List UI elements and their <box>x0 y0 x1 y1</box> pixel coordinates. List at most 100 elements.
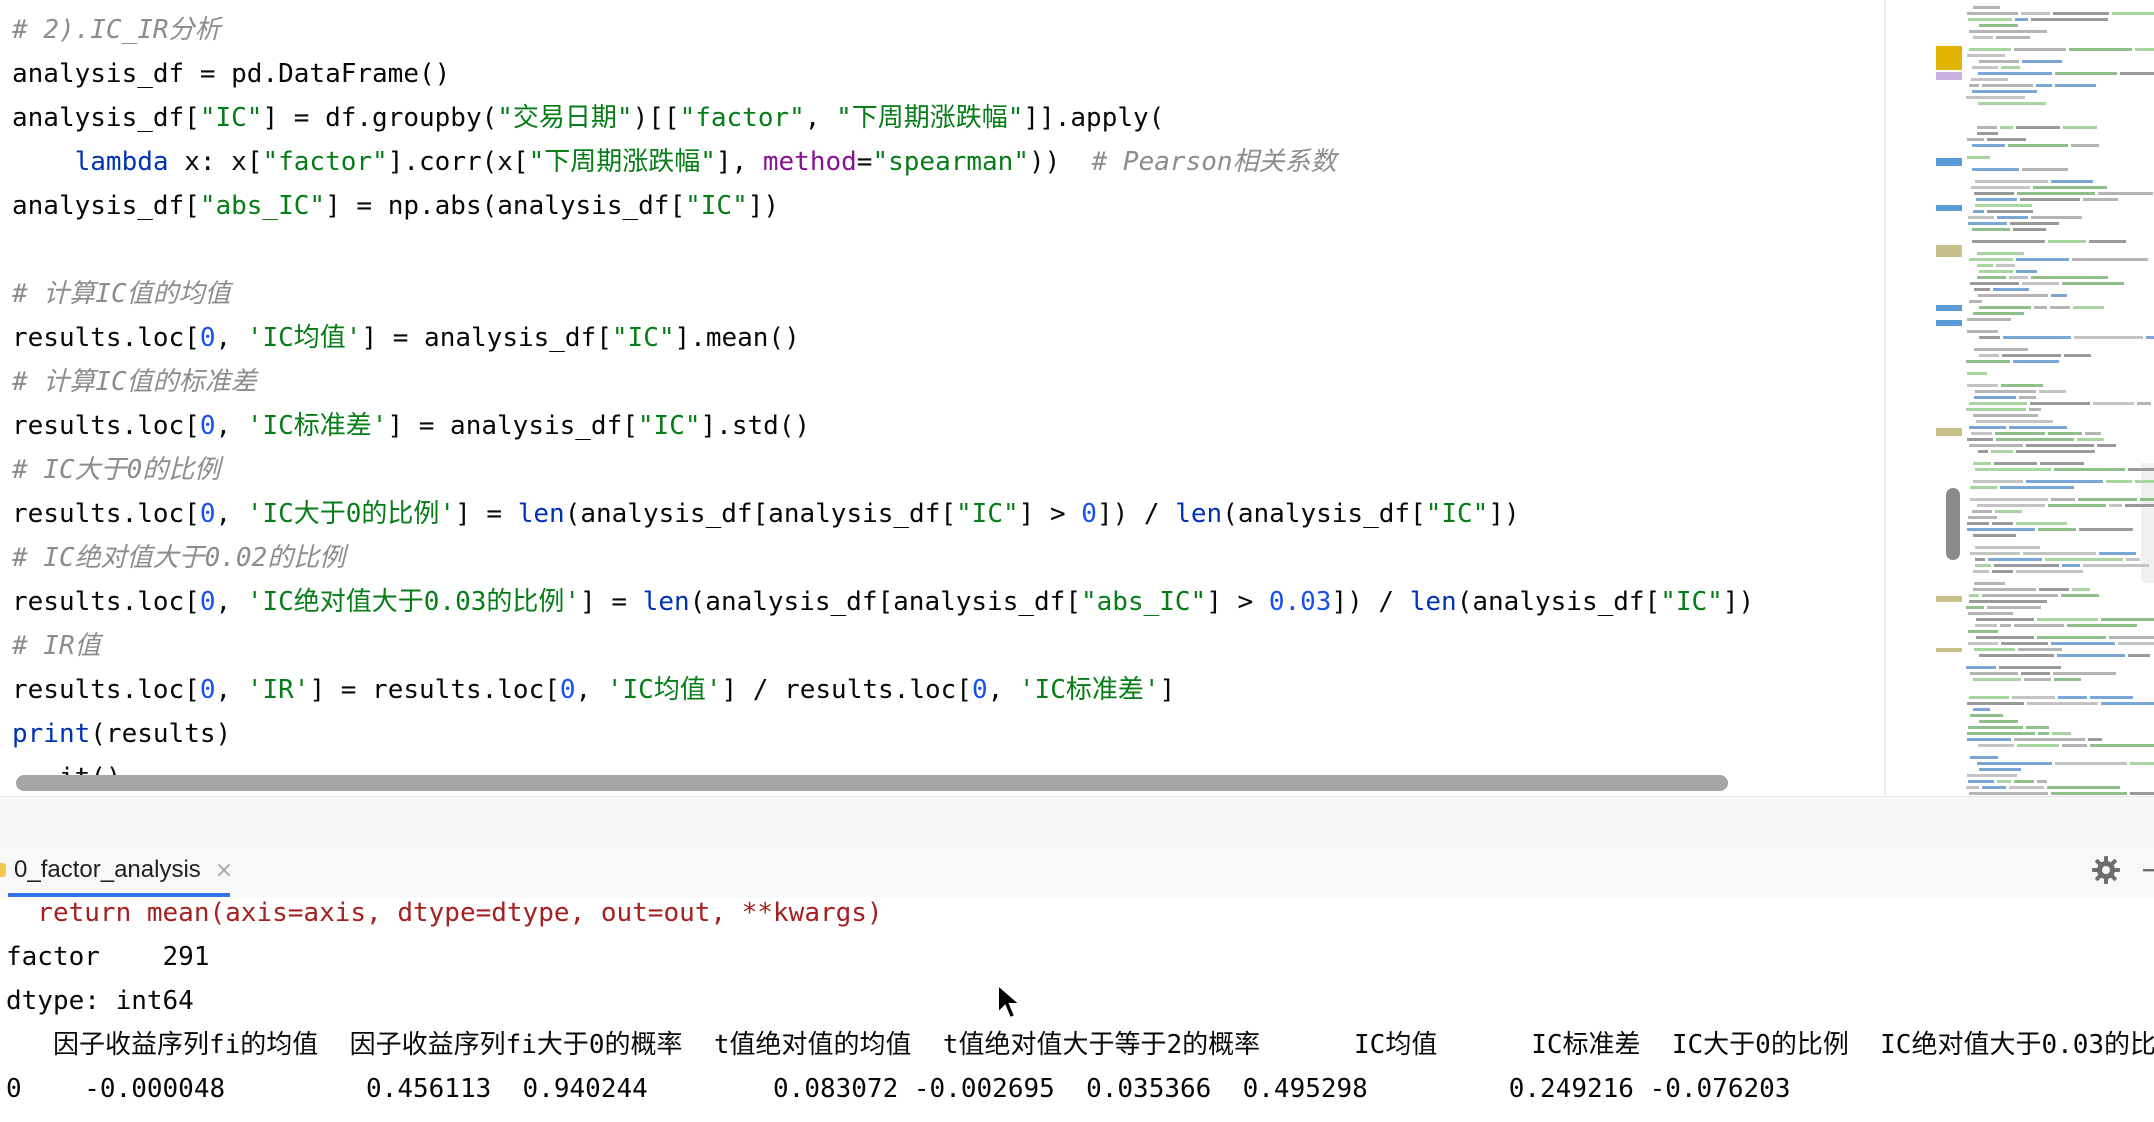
minimap-line <box>1969 792 2048 795</box>
minimap-line <box>2078 498 2137 501</box>
code-token: ] = <box>455 499 518 529</box>
code-line[interactable]: # IC大于0的比例 <box>12 448 1754 492</box>
minimap-line <box>1968 642 1998 645</box>
minimap-line <box>1975 546 2040 549</box>
minimap-line <box>2013 360 2059 363</box>
code-token: 'IC标准差' <box>246 411 388 441</box>
minimap-line <box>1972 66 1998 69</box>
code-token: results.loc[ <box>12 323 200 353</box>
minimap-line <box>1971 78 2008 81</box>
minimap-line <box>2000 486 2074 489</box>
minimap-line <box>1967 732 2035 735</box>
code-token: "下周期涨跌幅" <box>528 147 716 177</box>
code-line[interactable]: results.loc[0, 'IC绝对值大于0.03的比例'] = len(a… <box>12 580 1754 624</box>
code-token: 'IC标准差' <box>1018 675 1160 705</box>
code-line[interactable]: print(results) <box>12 712 1754 756</box>
minimap-line <box>2040 462 2084 465</box>
minimap-line <box>1979 24 2018 27</box>
minimap-line <box>1978 294 2048 297</box>
code-token: method <box>762 147 857 177</box>
minimap-line <box>2031 216 2082 219</box>
minimap-line <box>2012 696 2055 699</box>
code-token: x: x[ <box>168 147 263 177</box>
minimap-line <box>1969 426 2006 429</box>
code-editor[interactable]: # 2).IC_IR分析 analysis_df = pd.DataFrame()… <box>0 0 1886 796</box>
minimap-line <box>1977 132 1998 135</box>
code-token: , <box>215 675 247 705</box>
code-line[interactable]: lambda x: x["factor"].corr(x["下周期涨跌幅"], … <box>12 140 1754 184</box>
change-marker <box>1936 305 1962 311</box>
minimap-line <box>1974 396 2016 399</box>
minimap-line <box>1969 48 2011 51</box>
minimap-line <box>1970 486 1997 489</box>
code-minimap[interactable] <box>1886 0 2154 800</box>
code-token: ] = results.loc[ <box>309 675 560 705</box>
horizontal-scrollbar[interactable] <box>16 775 1728 791</box>
minimap-line <box>1973 708 1990 711</box>
code-token: )) <box>1029 147 1092 177</box>
minimap-line <box>2026 480 2103 483</box>
minimap-line <box>2009 786 2044 789</box>
minimap-line <box>2097 444 2116 447</box>
minimap-line <box>1969 258 2013 261</box>
minimap-line <box>2039 390 2066 393</box>
minimap-line <box>1999 666 2061 669</box>
code-line[interactable]: results.loc[0, 'IR'] = results.loc[0, 'I… <box>12 668 1754 712</box>
vertical-scrollbar-thumb[interactable] <box>1946 488 1960 560</box>
code-line[interactable]: # 计算IC值的均值 <box>12 272 1754 316</box>
console-output[interactable]: return mean(axis=axis, dtype=dtype, out=… <box>0 897 2154 1122</box>
code-line[interactable]: analysis_df["IC"] = df.groupby("交易日期")[[… <box>12 96 1754 140</box>
minimap-line <box>1982 84 2033 87</box>
minimap-line <box>2126 558 2140 561</box>
code-line[interactable]: results.loc[0, 'IC标准差'] = analysis_df["I… <box>12 404 1754 448</box>
tab-run-config[interactable]: 0_factor_analysis × <box>0 843 233 897</box>
code-token: 0 <box>1081 499 1097 529</box>
minimap-line <box>1972 228 2010 231</box>
minimap-line <box>1968 516 1997 519</box>
minimap-line <box>1967 774 2017 777</box>
code-token: (results) <box>90 719 232 749</box>
minimap-line <box>2037 636 2106 639</box>
minimap-line <box>2093 402 2134 405</box>
minimap-line <box>2001 642 2048 645</box>
minimap-line <box>2022 168 2068 171</box>
minimap-line <box>2073 306 2104 309</box>
code-line[interactable]: # 2).IC_IR分析 <box>12 8 1754 52</box>
code-token: # 2).IC_IR分析 <box>12 15 221 45</box>
change-marker <box>1936 596 1962 602</box>
minimap-line <box>1977 264 1993 267</box>
code-line[interactable]: analysis_df = pd.DataFrame() <box>12 52 1754 96</box>
code-line[interactable]: # 计算IC值的标准差 <box>12 360 1754 404</box>
code-token: ] > <box>1206 587 1269 617</box>
code-line[interactable]: # IC绝对值大于0.02的比例 <box>12 536 1754 580</box>
code-token: # IC大于0的比例 <box>12 455 221 485</box>
code-token: # IC绝对值大于0.02的比例 <box>12 543 346 573</box>
code-token: ] = <box>580 587 643 617</box>
code-lines[interactable]: # 2).IC_IR分析 analysis_df = pd.DataFrame()… <box>12 8 1754 796</box>
gear-icon[interactable] <box>2090 854 2122 886</box>
minimize-icon[interactable]: − <box>2140 853 2154 886</box>
code-token: ] / results.loc[ <box>721 675 972 705</box>
panel-splitter[interactable] <box>0 796 2154 844</box>
minimap-line <box>1977 276 2006 279</box>
code-line[interactable] <box>12 228 1754 272</box>
code-token: 0 <box>559 675 576 705</box>
change-marker <box>1936 72 1962 80</box>
minimap-line <box>2071 144 2099 147</box>
minimap-line <box>1967 702 2024 705</box>
code-line[interactable]: # IR值 <box>12 624 1754 668</box>
code-line[interactable]: results.loc[0, 'IC大于0的比例'] = len(analysi… <box>12 492 1754 536</box>
minimap-line <box>1973 36 1993 39</box>
console-output-line: factor 291 <box>6 942 210 972</box>
tab-label: 0_factor_analysis <box>14 856 201 883</box>
code-token: "IC" <box>199 103 263 133</box>
minimap-line <box>1968 222 2007 225</box>
minimap-line <box>1996 438 2074 441</box>
minimap-line <box>1973 570 1989 573</box>
close-icon[interactable]: × <box>215 858 233 883</box>
minimap-line <box>2018 648 2062 651</box>
code-line[interactable]: analysis_df["abs_IC"] = np.abs(analysis_… <box>12 184 1754 228</box>
minimap-line <box>2003 336 2071 339</box>
code-line[interactable]: results.loc[0, 'IC均值'] = analysis_df["IC… <box>12 316 1754 360</box>
minimap-line <box>2048 432 2082 435</box>
